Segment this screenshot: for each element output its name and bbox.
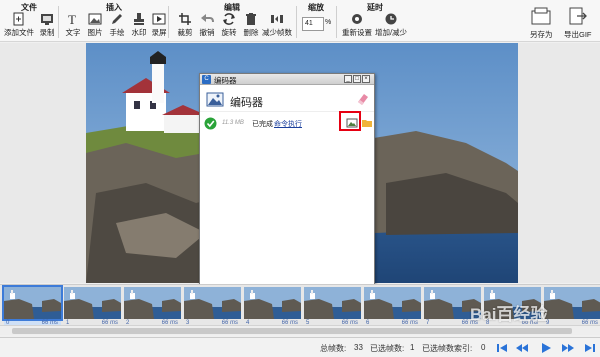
selected-index-label: 已选帧数索引:	[422, 344, 473, 353]
app-icon: C	[202, 75, 211, 84]
previous-frame-icon[interactable]	[516, 342, 528, 354]
group-file: 文件 添加文件 录制	[0, 0, 58, 42]
maximize-button[interactable]: □	[353, 75, 361, 83]
dialog-heading: 编码器	[230, 97, 263, 109]
frame-thumbnail	[544, 287, 600, 319]
crop-icon	[179, 13, 191, 25]
folder-icon[interactable]	[362, 118, 372, 128]
screen-record-icon	[152, 13, 166, 25]
filmstrip-frame[interactable]: 1 66 ms	[64, 287, 121, 329]
filmstrip-frame[interactable]: 3 66 ms	[184, 287, 241, 329]
selected-index-value: 0	[481, 343, 486, 352]
trash-icon	[246, 13, 256, 25]
status-bar: 总帧数: 33 已选帧数: 1 已选帧数索引: 0	[0, 337, 600, 357]
frame-thumbnail	[124, 287, 181, 319]
highlight-box	[339, 111, 361, 131]
watermark-text: Bai百经验	[470, 305, 548, 324]
svg-text:T: T	[68, 12, 76, 26]
play-icon[interactable]	[540, 342, 552, 354]
add-file-icon	[13, 12, 24, 26]
eraser-icon[interactable]	[356, 92, 370, 106]
next-frame-icon[interactable]	[562, 342, 574, 354]
scrollbar-thumb[interactable]	[12, 328, 572, 334]
export-gif-button[interactable]: 导出GIF	[564, 7, 592, 40]
export-icon	[569, 7, 587, 25]
toolbar-divider	[296, 6, 297, 38]
reset-button[interactable]: 重新设置	[342, 12, 372, 38]
increase-decrease-label: 增加/减少	[374, 28, 408, 37]
export-gif-label: 导出GIF	[564, 30, 592, 39]
selected-frames-value: 1	[410, 343, 415, 352]
reduce-frames-button[interactable]: 减少帧数	[262, 12, 292, 38]
selected-frames-label: 已选帧数:	[370, 344, 405, 353]
frame-thumbnail	[2, 285, 63, 321]
frame-thumbnail	[184, 287, 241, 319]
dialog-header: 编码器	[200, 86, 374, 112]
first-frame-icon[interactable]	[496, 342, 508, 354]
save-as-icon	[531, 7, 551, 25]
encoder-dialog: C 编码器 _ □ × 编码器 11.3 MB 已完成 命令执行	[199, 73, 375, 290]
command-link[interactable]: 命令执行	[274, 119, 302, 129]
image-icon	[88, 13, 102, 25]
reduce-frames-icon	[271, 15, 283, 23]
group-zoom-title: 缩放	[308, 3, 324, 12]
filmstrip-frame[interactable]: 6 66 ms	[364, 287, 421, 329]
total-frames-value: 33	[354, 343, 363, 352]
filmstrip-frame[interactable]: 9 66 ms	[544, 287, 600, 329]
reduce-frames-label: 减少帧数	[262, 28, 292, 37]
pencil-icon	[112, 14, 122, 24]
save-as-label: 另存为	[530, 30, 553, 39]
filmstrip-frame[interactable]: 4 66 ms	[244, 287, 301, 329]
total-frames-label: 总帧数:	[320, 344, 347, 353]
file-size: 11.3 MB	[222, 120, 244, 126]
last-frame-icon[interactable]	[584, 342, 596, 354]
zoom-value: 41	[305, 20, 313, 27]
clock-icon	[385, 13, 397, 25]
group-edit: 编辑 裁剪 撤销 旋转 删除 减少帧数	[170, 0, 294, 42]
increase-decrease-button[interactable]: 增加/减少	[375, 12, 407, 38]
filmstrip-frame[interactable]: 0 66 ms	[2, 285, 63, 329]
check-icon	[204, 117, 217, 130]
frame-thumbnail	[64, 287, 121, 319]
dialog-titlebar[interactable]: C 编码器 _ □ ×	[200, 74, 374, 85]
encoder-icon	[206, 92, 224, 107]
stamp-icon	[134, 13, 144, 25]
group-delay: 延时 重新设置 增加/减少	[338, 0, 412, 42]
zoom-unit: %	[325, 19, 332, 26]
group-insert: 插入 T 文字 图片 手绘 水印 录屏	[60, 0, 168, 42]
undo-icon	[201, 14, 214, 23]
horizontal-scrollbar[interactable]	[0, 325, 600, 335]
dialog-window-title: 编码器	[214, 76, 237, 85]
rotate-icon	[223, 13, 235, 25]
reset-icon	[352, 14, 362, 24]
minimize-button[interactable]: _	[344, 75, 352, 83]
zoom-input[interactable]: 41	[302, 17, 324, 31]
status-text: 已完成	[252, 121, 273, 128]
filmstrip-frame[interactable]: 5 66 ms	[304, 287, 361, 329]
filmstrip-frame[interactable]: 2 66 ms	[124, 287, 181, 329]
record-icon	[41, 14, 53, 25]
frame-thumbnail	[364, 287, 421, 319]
text-icon: T	[68, 12, 76, 26]
close-button[interactable]: ×	[362, 75, 370, 83]
toolbar: 文件 添加文件 录制 插入 T 文字 图片 手绘 水印 录屏 编辑 裁剪 撤销 …	[0, 0, 600, 42]
frame-thumbnail	[244, 287, 301, 319]
save-as-button[interactable]: 另存为	[530, 7, 553, 40]
frame-thumbnail	[304, 287, 361, 319]
